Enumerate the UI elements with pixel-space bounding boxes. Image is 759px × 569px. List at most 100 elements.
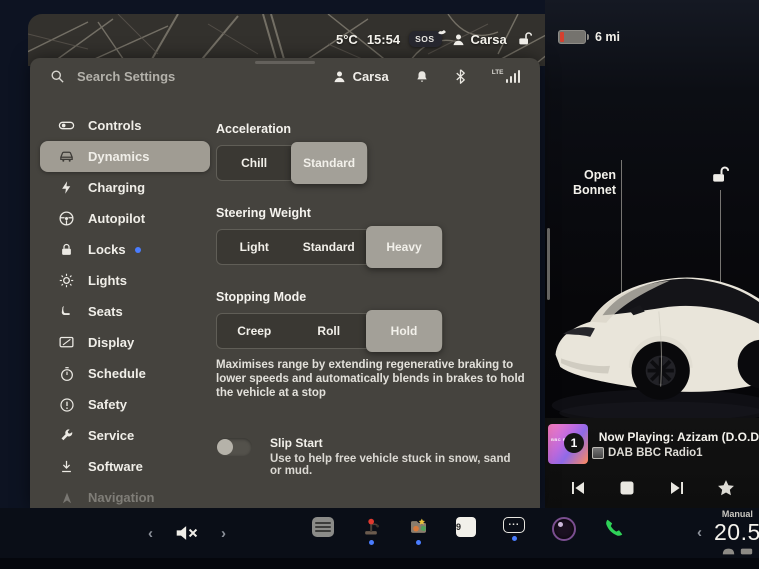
dynamics-settings: Acceleration Chill Standard Steering Wei…	[216, 110, 532, 477]
slip-start-toggle[interactable]	[216, 438, 252, 456]
active-app-dot	[512, 536, 517, 541]
joystick-glyph	[361, 517, 381, 537]
wrench-icon	[58, 427, 75, 444]
steering-option-light[interactable]: Light	[217, 230, 292, 264]
vehicle-unlocked-icon[interactable]	[709, 165, 729, 185]
cabin-temperature[interactable]: 20.5	[714, 519, 759, 546]
outside-temperature[interactable]: 5°C	[336, 32, 358, 47]
steering-option-standard[interactable]: Standard	[292, 230, 367, 264]
sidebar-item-autopilot[interactable]: Autopilot	[40, 203, 210, 234]
stopping-option-roll[interactable]: Roll	[292, 314, 367, 348]
sidebar-item-schedule[interactable]: Schedule	[40, 358, 210, 389]
grille-glyph	[312, 517, 334, 537]
radio-source-icon	[592, 447, 604, 459]
car-icon	[58, 148, 75, 165]
stopping-mode-description: Maximises range by extending regenerativ…	[216, 358, 530, 400]
rear-defrost-icon[interactable]	[740, 547, 753, 556]
calendar-icon[interactable]: 9	[456, 517, 476, 545]
volume-down-chevron[interactable]: ‹	[148, 525, 153, 542]
volume-up-chevron[interactable]: ›	[221, 525, 226, 542]
camera-lens-glyph	[552, 517, 576, 541]
person-icon	[332, 69, 347, 84]
volume-muted-icon[interactable]	[175, 523, 199, 543]
sidebar-item-dynamics[interactable]: Dynamics	[40, 141, 210, 172]
steering-option-heavy[interactable]: Heavy	[366, 226, 442, 268]
phone-icon[interactable]	[603, 517, 625, 547]
light-icon	[58, 272, 75, 289]
settings-search-row: Carsa LTE	[30, 58, 540, 94]
acceleration-option-standard[interactable]: Standard	[291, 142, 367, 184]
slip-start-row: Slip Start Use to help free vehicle stuc…	[216, 436, 532, 477]
search-input[interactable]	[75, 68, 259, 85]
calendar-glyph: 9	[456, 517, 476, 537]
climate-mode-label: Manual	[722, 509, 753, 519]
sidebar-item-seats[interactable]: Seats	[40, 296, 210, 327]
sidebar-item-display[interactable]: Display	[40, 327, 210, 358]
acceleration-title: Acceleration	[216, 122, 532, 136]
notifications-bell-icon[interactable]	[415, 69, 429, 84]
bluetooth-icon[interactable]	[455, 69, 466, 84]
volume-controls: ‹ ›	[148, 523, 226, 543]
open-bonnet-button[interactable]: Open Bonnet	[556, 168, 616, 198]
slip-start-label: Slip Start	[270, 436, 520, 450]
app-grille-icon[interactable]	[312, 517, 334, 545]
stopping-option-hold[interactable]: Hold	[366, 310, 442, 352]
unlocked-icon[interactable]	[516, 31, 532, 47]
open-bonnet-label-line2: Bonnet	[556, 183, 616, 198]
screen-bezel-left	[0, 0, 28, 569]
toggle-knob	[217, 439, 233, 455]
seat-icon	[58, 303, 75, 320]
sidebar-item-lights[interactable]: Lights	[40, 265, 210, 296]
arcade-joystick-icon[interactable]	[361, 517, 381, 545]
sidebar-item-navigation[interactable]: Navigation	[40, 482, 210, 508]
toggle-icon	[58, 117, 75, 134]
sidebar-item-safety[interactable]: Safety	[40, 389, 210, 420]
sidebar-item-charging[interactable]: Charging	[40, 172, 210, 203]
temp-down-chevron[interactable]: ‹	[697, 524, 702, 541]
stop-button[interactable]	[612, 473, 642, 503]
stopping-option-creep[interactable]: Creep	[217, 314, 292, 348]
calendar-day: 9	[456, 522, 461, 532]
open-bonnet-label-line1: Open	[556, 168, 616, 183]
favorite-star-button[interactable]	[711, 473, 741, 503]
dashcam-icon[interactable]	[552, 517, 576, 549]
driver-profile-name: Carsa	[471, 32, 507, 47]
settings-panel: Carsa LTE Controls	[30, 58, 540, 508]
app-icons: 9 ...	[312, 517, 625, 549]
battery-range-indicator[interactable]: 6 mi	[558, 30, 620, 44]
acceleration-option-chill[interactable]: Chill	[217, 146, 291, 180]
driver-profile-chip[interactable]: Carsa	[451, 32, 507, 47]
profile-name: Carsa	[353, 69, 389, 84]
sos-label: SOS	[415, 34, 434, 44]
sidebar-item-service[interactable]: Service	[40, 420, 210, 451]
sidebar-item-locks[interactable]: Locks	[40, 234, 210, 265]
album-art[interactable]: BBC RADIO 1	[548, 424, 588, 464]
toybox-icon[interactable]	[408, 517, 429, 545]
sidebar-item-controls[interactable]: Controls	[40, 110, 210, 141]
media-source[interactable]: DAB BBC Radio1	[592, 447, 703, 459]
lightning-bolt-icon	[58, 179, 75, 196]
sos-badge[interactable]: SOS	[409, 31, 441, 47]
range-value: 6 mi	[595, 30, 620, 44]
display-icon	[58, 334, 75, 351]
previous-track-button[interactable]	[563, 473, 593, 503]
front-defrost-icon[interactable]	[722, 547, 735, 556]
now-playing-title[interactable]: Now Playing: Azizam (D.O.D	[592, 430, 759, 444]
screen-bezel-bottom	[0, 558, 759, 569]
network-type-label: LTE	[492, 69, 504, 76]
signal-bars-icon	[506, 70, 521, 83]
steering-weight-title: Steering Weight	[216, 206, 532, 220]
vehicle-3d-view[interactable]	[548, 234, 759, 434]
settings-sidebar: Controls Dynamics Charging Autopilot Loc…	[40, 110, 210, 508]
padlock-icon	[58, 241, 75, 258]
more-apps-icon[interactable]: ...	[503, 517, 525, 541]
status-bar: 5°C 15:54 SOS Carsa	[336, 28, 532, 50]
stopwatch-icon	[58, 365, 75, 382]
sidebar-item-software[interactable]: Software	[40, 451, 210, 482]
profile-chip[interactable]: Carsa	[332, 69, 389, 84]
scrollbar-thumb[interactable]	[547, 228, 550, 300]
next-track-button[interactable]	[662, 473, 692, 503]
climate-control: Manual ‹ 20.5 ›	[697, 509, 759, 556]
locks-notification-dot	[135, 247, 141, 253]
ellipsis-glyph: ...	[503, 517, 525, 533]
